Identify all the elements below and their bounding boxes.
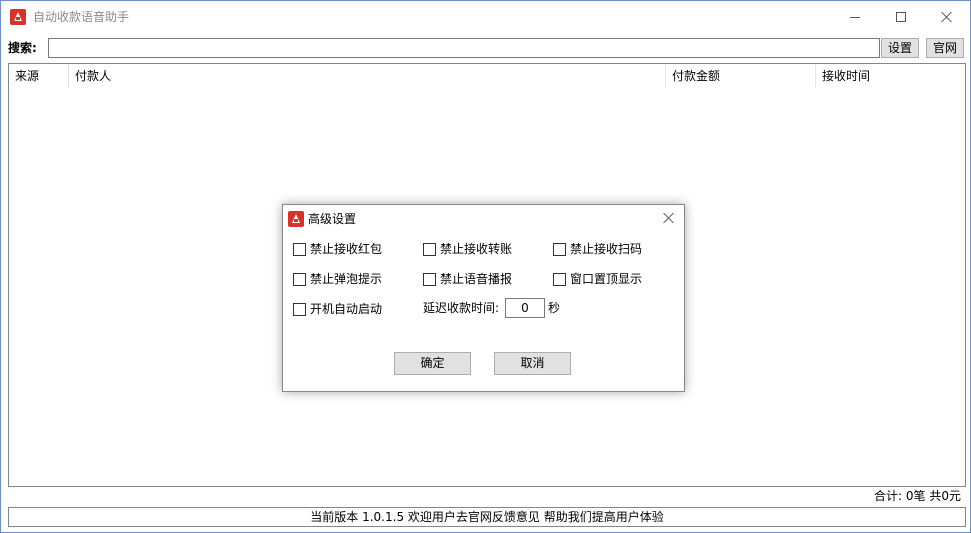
delay-seconds-input[interactable]	[505, 298, 545, 318]
column-header-amount[interactable]: 付款金额	[666, 64, 816, 88]
delay-label: 延迟收款时间:	[423, 301, 500, 315]
status-bar: 当前版本 1.0.1.5 欢迎用户去官网反馈意见 帮助我们提高用户体验	[8, 507, 966, 527]
checkbox-auto-start[interactable]	[293, 302, 306, 316]
option-always-on-top[interactable]: 窗口置顶显示	[553, 271, 642, 287]
checkbox-block-popup[interactable]	[293, 272, 306, 286]
column-header-source[interactable]: 来源	[9, 64, 69, 88]
title-bar[interactable]: 自动收款语音助手	[1, 1, 970, 33]
search-label: 搜索:	[8, 41, 37, 55]
dialog-close-button[interactable]	[657, 206, 681, 230]
website-button[interactable]: 官网	[926, 38, 964, 58]
close-icon	[941, 11, 953, 23]
option-block-popup[interactable]: 禁止弹泡提示	[293, 271, 382, 287]
column-header-time[interactable]: 接收时间	[816, 64, 965, 88]
option-block-voice[interactable]: 禁止语音播报	[423, 271, 512, 287]
close-button[interactable]	[924, 1, 970, 33]
main-window: 自动收款语音助手 搜索: 设置 官网 来源 付款人 付款金额 接收时间 合计: …	[0, 0, 971, 533]
checkbox-block-scan[interactable]	[553, 242, 566, 256]
delay-unit: 秒	[548, 301, 561, 315]
checkbox-block-voice[interactable]	[423, 272, 436, 286]
close-icon	[663, 212, 675, 224]
maximize-button[interactable]	[878, 1, 924, 33]
checkbox-block-red-packet[interactable]	[293, 242, 306, 256]
option-block-transfer[interactable]: 禁止接收转账	[423, 241, 512, 257]
checkbox-always-on-top[interactable]	[553, 272, 566, 286]
list-header: 来源 付款人 付款金额 接收时间	[9, 64, 965, 88]
ok-button[interactable]: 确定	[394, 352, 471, 375]
advanced-settings-dialog: 高级设置 禁止接收红包 禁止接收转账 禁止接收扫码 禁止弹泡提示 禁止语音播报 …	[282, 204, 685, 392]
window-title: 自动收款语音助手	[33, 10, 130, 24]
cancel-button[interactable]: 取消	[494, 352, 571, 375]
dialog-title: 高级设置	[308, 212, 357, 226]
checkbox-block-transfer[interactable]	[423, 242, 436, 256]
search-input[interactable]	[48, 38, 880, 58]
app-logo-icon	[10, 9, 26, 25]
option-block-scan[interactable]: 禁止接收扫码	[553, 241, 642, 257]
column-header-payer[interactable]: 付款人	[69, 64, 666, 88]
total-summary: 合计: 0笔 共0元	[874, 489, 961, 503]
dialog-app-icon	[288, 211, 304, 227]
minimize-button[interactable]	[832, 1, 878, 33]
option-auto-start[interactable]: 开机自动启动	[293, 301, 382, 317]
settings-button[interactable]: 设置	[881, 38, 919, 58]
option-block-red-packet[interactable]: 禁止接收红包	[293, 241, 382, 257]
